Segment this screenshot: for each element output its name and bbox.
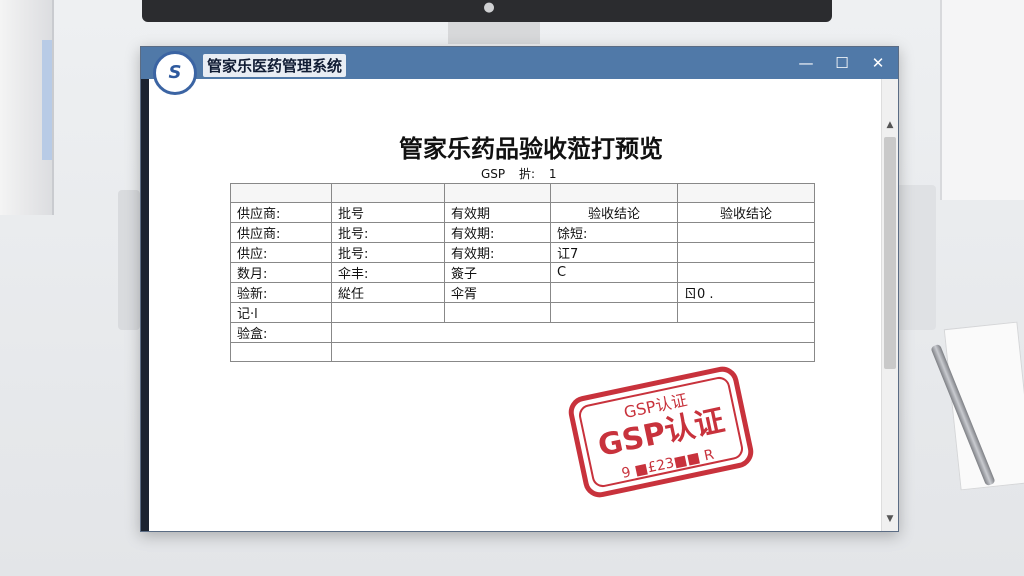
scroll-up-icon[interactable]: ▲ bbox=[884, 119, 896, 131]
table-row: 供应商: 批号: 有效期: 馀短: bbox=[230, 222, 815, 243]
table-cell bbox=[677, 183, 815, 203]
monitor-stand bbox=[448, 22, 540, 44]
inspection-table: 供应商: 批号 有效期 验收结论 验收结论 供应商: 批号: 有效期: 馀短: … bbox=[230, 183, 815, 362]
maximize-button[interactable]: ☐ bbox=[831, 53, 853, 73]
app-title: 管家乐医药管理系统 bbox=[203, 54, 347, 77]
window-left-border bbox=[141, 47, 149, 531]
table-cell: 伞丰: bbox=[331, 262, 445, 283]
table-cell bbox=[331, 322, 815, 343]
table-cell bbox=[444, 302, 551, 323]
keyboard-right bbox=[896, 185, 936, 330]
apple-logo-icon: ● bbox=[483, 0, 495, 15]
table-cell: 批号 bbox=[331, 202, 445, 223]
table-cell bbox=[230, 183, 332, 203]
speaker bbox=[940, 0, 1024, 200]
vertical-scrollbar[interactable]: ▲ ▼ bbox=[881, 79, 898, 531]
table-row: 记·l bbox=[230, 302, 815, 323]
binder-tab bbox=[42, 40, 52, 160]
minimize-button[interactable]: — bbox=[795, 53, 817, 73]
table-cell: 伞胥 bbox=[444, 282, 551, 303]
table-cell: 有效期 bbox=[444, 202, 551, 223]
table-cell: 批号: bbox=[331, 222, 445, 243]
table-cell: 供应商: bbox=[230, 222, 332, 243]
table-cell: 数月: bbox=[230, 262, 332, 283]
binder bbox=[0, 0, 54, 215]
gsp-line: GSP 扸: 1 bbox=[481, 165, 567, 182]
table-cell: 讧7 bbox=[550, 242, 678, 263]
gsp-value: 1 bbox=[548, 167, 557, 181]
table-cell bbox=[331, 302, 445, 323]
table-cell bbox=[331, 342, 815, 362]
table-cell bbox=[677, 302, 815, 323]
keyboard-left bbox=[118, 190, 140, 330]
table-cell bbox=[331, 183, 445, 203]
table-cell: 验收结论 bbox=[550, 202, 678, 223]
table-cell bbox=[230, 342, 332, 362]
scroll-thumb[interactable] bbox=[884, 137, 896, 369]
app-logo-icon: S bbox=[153, 51, 197, 95]
document-title: 管家乐药品验收蒞打预览 bbox=[399, 135, 663, 163]
gsp-certification-stamp: GSP认证 GSP认证 9 ■£23■■ R bbox=[568, 366, 754, 498]
table-cell bbox=[677, 262, 815, 283]
table-cell bbox=[444, 183, 551, 203]
table-cell: 有效期: bbox=[444, 222, 551, 243]
table-cell bbox=[550, 302, 678, 323]
gsp-mid-label: 扸: bbox=[518, 167, 536, 181]
table-row bbox=[230, 342, 815, 362]
table-cell: 緃任 bbox=[331, 282, 445, 303]
close-button[interactable]: ✕ bbox=[867, 53, 889, 73]
gsp-label: GSP bbox=[481, 167, 506, 181]
table-cell: 验新: bbox=[230, 282, 332, 303]
table-cell: 馀短: bbox=[550, 222, 678, 243]
table-cell: ㄖ0 . bbox=[677, 282, 815, 303]
table-cell: 批号: bbox=[331, 242, 445, 263]
table-cell bbox=[677, 222, 815, 243]
table-cell: 记·l bbox=[230, 302, 332, 323]
table-cell bbox=[677, 242, 815, 263]
table-cell: 验盒: bbox=[230, 322, 332, 343]
table-cell: 验收结论 bbox=[677, 202, 815, 223]
table-cell: 供应商: bbox=[230, 202, 332, 223]
table-row: 供应: 批号: 有效期: 讧7 bbox=[230, 242, 815, 263]
table-cell: 供应: bbox=[230, 242, 332, 263]
app-window: — ☐ ✕ S 管家乐医药管理系统 ▲ ▼ 管家乐药品验收蒞打预览 GSP 扸:… bbox=[140, 46, 899, 532]
table-cell: C bbox=[550, 262, 678, 283]
table-row: 供应商: 批号 有效期 验收结论 验收结论 bbox=[230, 202, 815, 223]
table-cell bbox=[550, 282, 678, 303]
table-row: 验盒: bbox=[230, 322, 815, 343]
table-row: 验新: 緃任 伞胥 ㄖ0 . bbox=[230, 282, 815, 303]
table-row: 数月: 伞丰: 簽子 C bbox=[230, 262, 815, 283]
scroll-down-icon[interactable]: ▼ bbox=[884, 513, 896, 525]
table-cell bbox=[550, 183, 678, 203]
table-cell: 簽子 bbox=[444, 262, 551, 283]
table-header-row bbox=[230, 183, 815, 203]
table-cell: 有效期: bbox=[444, 242, 551, 263]
